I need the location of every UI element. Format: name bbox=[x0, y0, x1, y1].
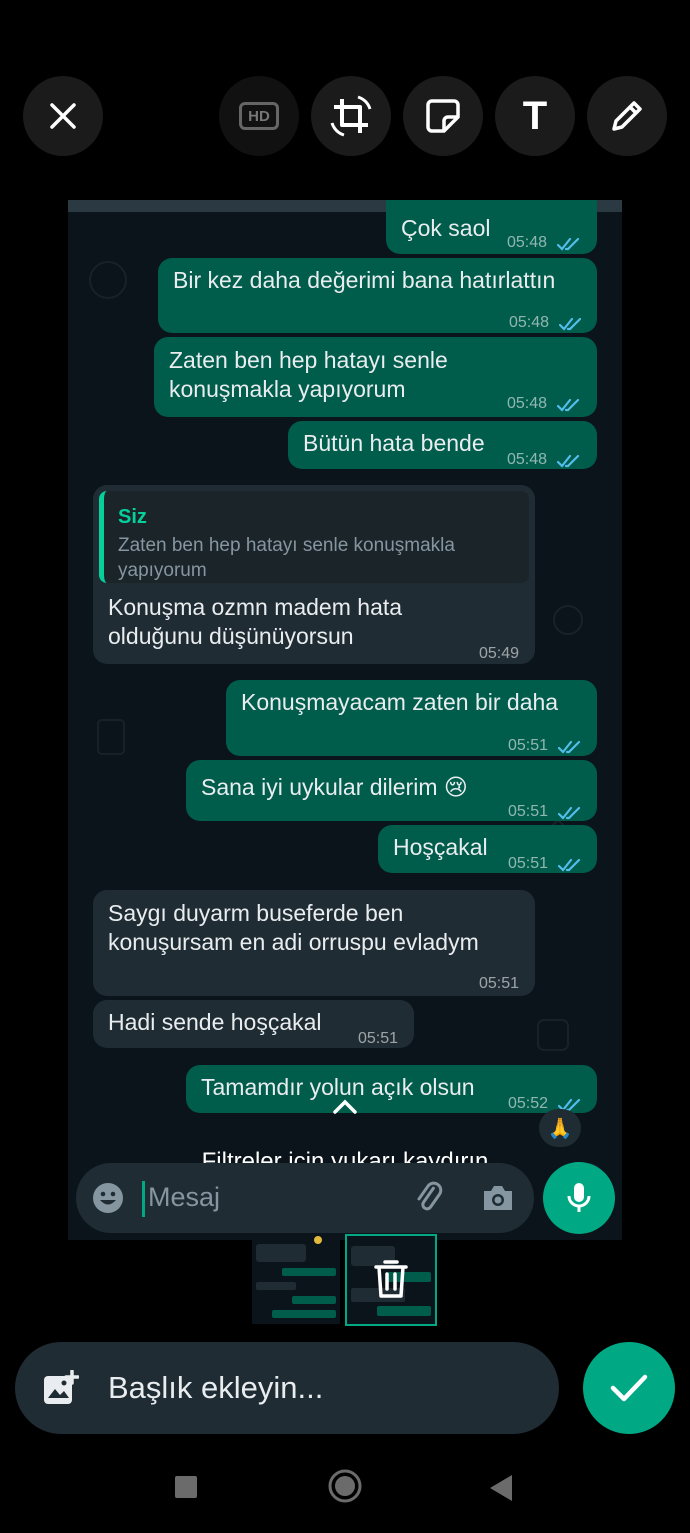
message-text: Saygı duyarm buseferde ben bbox=[108, 900, 404, 926]
sticker-icon bbox=[426, 99, 460, 133]
nav-recents-button[interactable] bbox=[175, 1476, 197, 1498]
hd-icon: HD bbox=[239, 102, 279, 130]
message-text: konuşursam en adi orruspu evladym bbox=[108, 929, 479, 955]
triangle-back-icon bbox=[490, 1475, 512, 1501]
incoming-message-bubble[interactable]: Siz Zaten ben hep hatayı senle konuşmakla… bbox=[93, 485, 535, 664]
thumbnail-1-preview bbox=[256, 1236, 336, 1318]
image-preview[interactable]: Çok saol 05:48 Bir kez daha değerimi bana … bbox=[68, 200, 622, 1240]
read-receipt-icon bbox=[556, 391, 583, 412]
message-text: Sana iyi uykular dilerim 😢 bbox=[201, 774, 468, 800]
message-text: Zaten ben hep hatayı senle bbox=[169, 347, 448, 373]
message-timestamp: 05:49 bbox=[479, 645, 520, 662]
thumbnail-1[interactable] bbox=[252, 1236, 340, 1324]
trash-icon[interactable] bbox=[373, 1258, 409, 1300]
camera-icon[interactable] bbox=[481, 1183, 515, 1213]
hd-label: HD bbox=[248, 107, 270, 125]
read-receipt-icon bbox=[557, 799, 584, 820]
pencil-icon bbox=[612, 101, 642, 131]
hd-quality-button[interactable]: HD bbox=[219, 76, 299, 156]
message-text: Bir kez daha değerimi bana hatırlattın bbox=[173, 267, 556, 293]
text-tool-label: T bbox=[522, 93, 548, 138]
crop-rotate-button[interactable] bbox=[311, 76, 391, 156]
message-text: olduğunu düşünüyorsun bbox=[108, 623, 354, 649]
close-icon bbox=[50, 103, 76, 129]
outgoing-message-bubble[interactable]: Zaten ben hep hatayı senle konuşmakla yap… bbox=[154, 337, 597, 417]
crop-rotate-icon bbox=[330, 95, 372, 137]
read-receipt-icon bbox=[558, 310, 585, 331]
message-text: konuşmakla yapıyorum bbox=[169, 376, 406, 402]
checkmark-icon bbox=[610, 1374, 648, 1402]
filter-hint-arrow bbox=[0, 1098, 690, 1121]
message-timestamp: 05:48 bbox=[509, 314, 550, 331]
circle-icon bbox=[328, 1469, 362, 1503]
message-timestamp: 05:51 bbox=[508, 737, 549, 754]
message-timestamp: 05:51 bbox=[508, 855, 549, 872]
emoji-icon[interactable] bbox=[92, 1182, 124, 1214]
message-input-placeholder[interactable]: Mesaj bbox=[148, 1182, 220, 1213]
paperclip-icon[interactable] bbox=[413, 1181, 447, 1215]
message-text: Hoşçakal bbox=[393, 834, 488, 860]
outgoing-message-bubble[interactable]: Çok saol 05:48 bbox=[386, 200, 597, 254]
read-receipt-icon bbox=[556, 230, 583, 251]
chevron-up-icon bbox=[333, 1099, 357, 1114]
square-icon bbox=[175, 1476, 197, 1498]
draw-button[interactable] bbox=[587, 76, 667, 156]
thumbnail-2-selected[interactable] bbox=[345, 1234, 437, 1326]
add-image-icon[interactable] bbox=[43, 1370, 79, 1406]
message-text: Çok saol bbox=[401, 215, 491, 241]
incoming-message-bubble[interactable]: Saygı duyarm buseferde ben konuşursam en … bbox=[93, 890, 535, 996]
message-text: Bütün hata bende bbox=[303, 430, 485, 456]
read-receipt-icon bbox=[556, 447, 583, 468]
quoted-reply[interactable]: Siz Zaten ben hep hatayı senle konuşmakla… bbox=[99, 491, 529, 583]
read-receipt-icon bbox=[557, 851, 584, 872]
outgoing-message-bubble[interactable]: Bütün hata bende 05:48 bbox=[288, 421, 597, 469]
message-timestamp: 05:48 bbox=[507, 395, 548, 412]
send-button[interactable] bbox=[583, 1342, 675, 1434]
message-text: Konuşma ozmn madem hata bbox=[108, 594, 403, 620]
incoming-message-bubble[interactable]: Hadi sende hoşçakal 05:51 bbox=[93, 1000, 414, 1048]
outgoing-message-bubble[interactable]: Sana iyi uykular dilerim 😢 05:51 bbox=[186, 760, 597, 821]
message-composer[interactable]: Mesaj bbox=[76, 1163, 534, 1233]
composer-caret bbox=[142, 1181, 145, 1217]
outgoing-message-bubble[interactable]: Hoşçakal 05:51 bbox=[378, 825, 597, 873]
close-button[interactable] bbox=[23, 76, 103, 156]
nav-home-button[interactable] bbox=[327, 1468, 363, 1509]
message-timestamp: 05:51 bbox=[358, 1030, 399, 1047]
outgoing-message-bubble[interactable]: Konuşmayacam zaten bir daha 05:51 bbox=[226, 680, 597, 756]
nav-back-button[interactable] bbox=[488, 1473, 514, 1508]
message-timestamp: 05:51 bbox=[508, 803, 549, 820]
microphone-icon bbox=[567, 1183, 591, 1212]
message-timestamp: 05:51 bbox=[479, 975, 520, 992]
sticker-button[interactable] bbox=[403, 76, 483, 156]
outgoing-message-bubble[interactable]: Bir kez daha değerimi bana hatırlattın 05… bbox=[158, 258, 597, 333]
quoted-text: Zaten ben hep hatayı senle konuşmakla ya… bbox=[118, 535, 455, 581]
caption-input[interactable]: Başlık ekleyin... bbox=[15, 1342, 559, 1434]
caption-placeholder[interactable]: Başlık ekleyin... bbox=[108, 1370, 323, 1406]
message-text: Konuşmayacam zaten bir daha bbox=[241, 689, 559, 715]
message-timestamp: 05:48 bbox=[507, 451, 548, 468]
message-text: Hadi sende hoşçakal bbox=[108, 1009, 322, 1035]
text-tool-button[interactable]: T bbox=[495, 76, 575, 156]
quoted-author: Siz bbox=[118, 506, 147, 528]
read-receipt-icon bbox=[557, 733, 584, 754]
message-timestamp: 05:48 bbox=[507, 234, 548, 251]
microphone-button[interactable] bbox=[543, 1162, 615, 1234]
